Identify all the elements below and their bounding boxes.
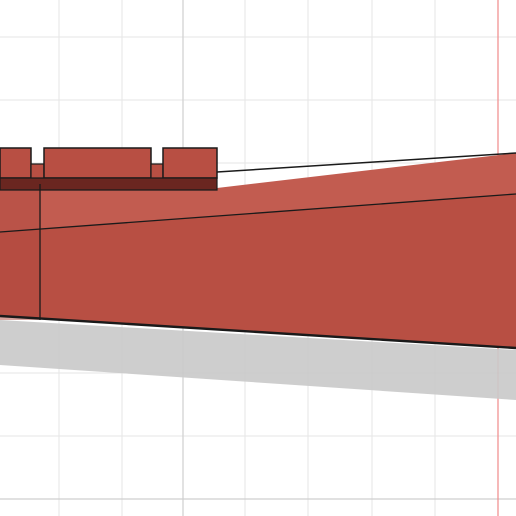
model-block-face bbox=[0, 190, 40, 320]
viewport-canvas[interactable] bbox=[0, 0, 516, 516]
tab-3[interactable] bbox=[162, 147, 218, 179]
tab-2[interactable] bbox=[43, 147, 152, 179]
tab-underside bbox=[0, 177, 218, 191]
3d-viewport[interactable] bbox=[0, 0, 516, 516]
tab-1[interactable] bbox=[0, 147, 32, 179]
